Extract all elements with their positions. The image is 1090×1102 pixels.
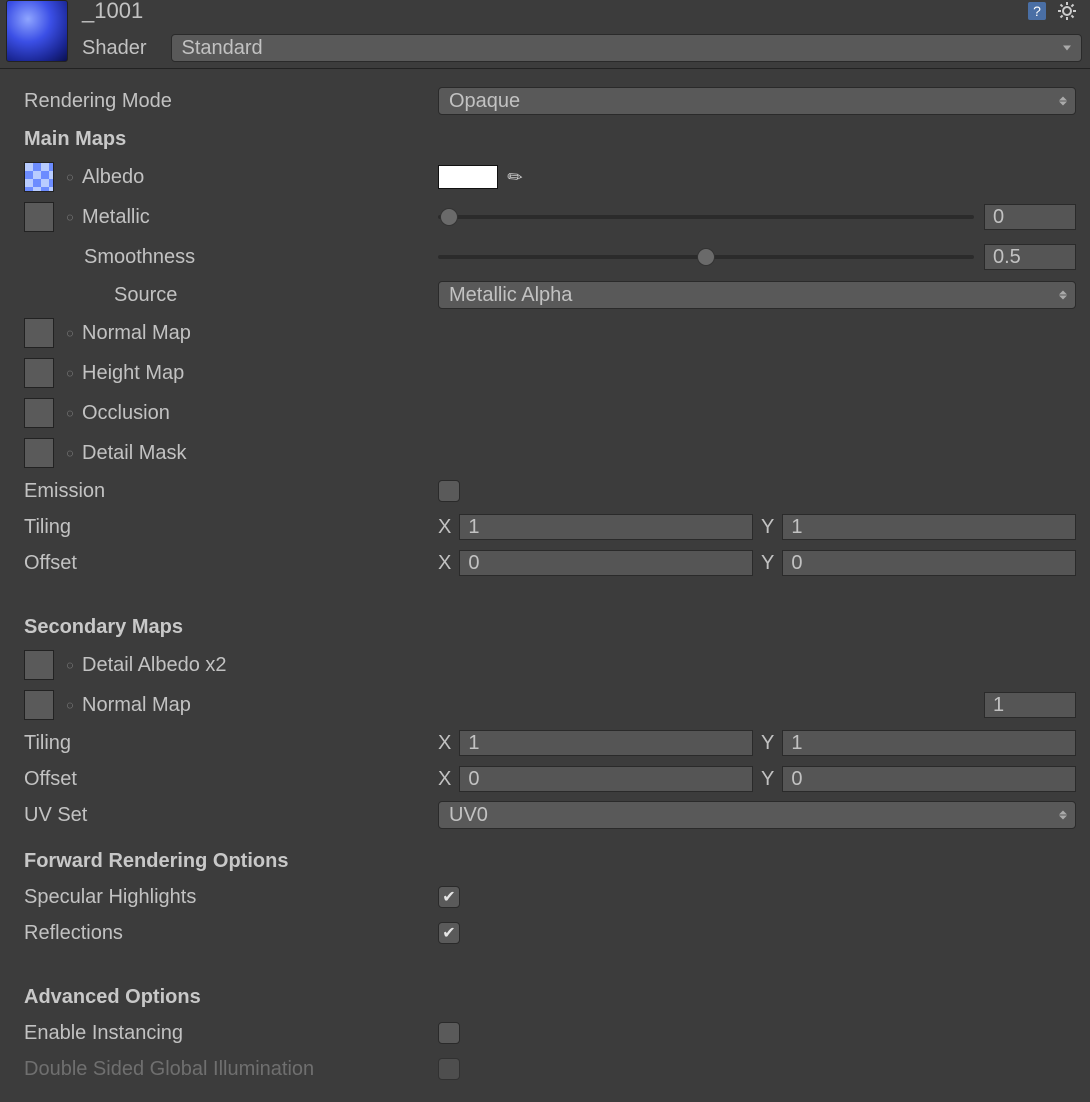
- detail-mask-label: Detail Mask: [82, 442, 186, 465]
- y-label: Y: [761, 552, 774, 575]
- advanced-options-title: Advanced Options: [24, 986, 438, 1009]
- x-label: X: [438, 516, 451, 539]
- enable-instancing-checkbox[interactable]: [438, 1022, 460, 1044]
- tiling-x-field[interactable]: 1: [459, 514, 753, 540]
- inspector-header: _1001 Shader Standard ?: [0, 0, 1090, 69]
- circle-icon: ◌: [64, 658, 76, 672]
- smoothness-value-field[interactable]: 0.5: [984, 244, 1076, 270]
- circle-icon: ◌: [64, 210, 76, 224]
- occlusion-texture-slot[interactable]: [24, 398, 54, 428]
- x-label: X: [438, 768, 451, 791]
- material-name: _1001: [82, 0, 1082, 24]
- svg-text:?: ?: [1033, 3, 1041, 19]
- metallic-label: Metallic: [82, 206, 150, 229]
- secondary-maps-title: Secondary Maps: [24, 616, 438, 639]
- albedo-color-swatch[interactable]: [438, 165, 498, 189]
- secondary-normal-map-label: Normal Map: [82, 694, 191, 717]
- shader-dropdown[interactable]: Standard: [171, 34, 1083, 62]
- x-label: X: [438, 552, 451, 575]
- reflections-checkbox[interactable]: ✔: [438, 922, 460, 944]
- circle-icon: ◌: [64, 406, 76, 420]
- metallic-slider[interactable]: [438, 215, 974, 219]
- secondary-normal-map-value-field[interactable]: 1: [984, 692, 1076, 718]
- secondary-offset-y-field[interactable]: 0: [782, 766, 1076, 792]
- eyedropper-icon[interactable]: ✎: [503, 164, 528, 190]
- emission-checkbox[interactable]: [438, 480, 460, 502]
- detail-mask-texture-slot[interactable]: [24, 438, 54, 468]
- help-icon[interactable]: ?: [1026, 0, 1048, 22]
- smoothness-slider[interactable]: [438, 255, 974, 259]
- secondary-offset-label: Offset: [24, 768, 438, 791]
- normal-map-texture-slot[interactable]: [24, 318, 54, 348]
- detail-albedo-label: Detail Albedo x2: [82, 654, 227, 677]
- specular-highlights-label: Specular Highlights: [24, 886, 438, 909]
- secondary-tiling-y-field[interactable]: 1: [782, 730, 1076, 756]
- specular-highlights-checkbox[interactable]: ✔: [438, 886, 460, 908]
- smoothness-label: Smoothness: [24, 246, 438, 269]
- offset-x-field[interactable]: 0: [459, 550, 753, 576]
- circle-icon: ◌: [64, 366, 76, 380]
- secondary-offset-x-field[interactable]: 0: [459, 766, 753, 792]
- smoothness-source-dropdown[interactable]: Metallic Alpha: [438, 281, 1076, 309]
- emission-label: Emission: [24, 480, 438, 503]
- uv-set-label: UV Set: [24, 804, 438, 827]
- rendering-mode-label: Rendering Mode: [24, 90, 438, 113]
- circle-icon: ◌: [64, 170, 76, 184]
- shader-dropdown-value: Standard: [182, 37, 263, 60]
- y-label: Y: [761, 732, 774, 755]
- x-label: X: [438, 732, 451, 755]
- rendering-mode-dropdown[interactable]: Opaque: [438, 87, 1076, 115]
- circle-icon: ◌: [64, 698, 76, 712]
- reflections-label: Reflections: [24, 922, 438, 945]
- normal-map-label: Normal Map: [82, 322, 191, 345]
- albedo-texture-slot[interactable]: [24, 162, 54, 192]
- y-label: Y: [761, 516, 774, 539]
- height-map-texture-slot[interactable]: [24, 358, 54, 388]
- albedo-label: Albedo: [82, 166, 144, 189]
- metallic-value-field[interactable]: 0: [984, 204, 1076, 230]
- double-sided-gi-checkbox: [438, 1058, 460, 1080]
- circle-icon: ◌: [64, 446, 76, 460]
- secondary-tiling-label: Tiling: [24, 732, 438, 755]
- uv-set-dropdown[interactable]: UV0: [438, 801, 1076, 829]
- occlusion-label: Occlusion: [82, 402, 170, 425]
- main-maps-title: Main Maps: [24, 128, 438, 151]
- enable-instancing-label: Enable Instancing: [24, 1022, 438, 1045]
- height-map-label: Height Map: [82, 362, 184, 385]
- forward-rendering-title: Forward Rendering Options: [24, 850, 438, 873]
- material-preview-icon: [6, 0, 68, 62]
- circle-icon: ◌: [64, 326, 76, 340]
- secondary-normal-map-texture-slot[interactable]: [24, 690, 54, 720]
- smoothness-source-label: Source: [24, 284, 438, 307]
- metallic-texture-slot[interactable]: [24, 202, 54, 232]
- gear-icon[interactable]: [1056, 0, 1078, 22]
- offset-y-field[interactable]: 0: [782, 550, 1076, 576]
- tiling-y-field[interactable]: 1: [782, 514, 1076, 540]
- tiling-label: Tiling: [24, 516, 438, 539]
- detail-albedo-texture-slot[interactable]: [24, 650, 54, 680]
- y-label: Y: [761, 768, 774, 791]
- shader-label: Shader: [82, 37, 147, 60]
- double-sided-gi-label: Double Sided Global Illumination: [24, 1058, 438, 1081]
- offset-label: Offset: [24, 552, 438, 575]
- secondary-tiling-x-field[interactable]: 1: [459, 730, 753, 756]
